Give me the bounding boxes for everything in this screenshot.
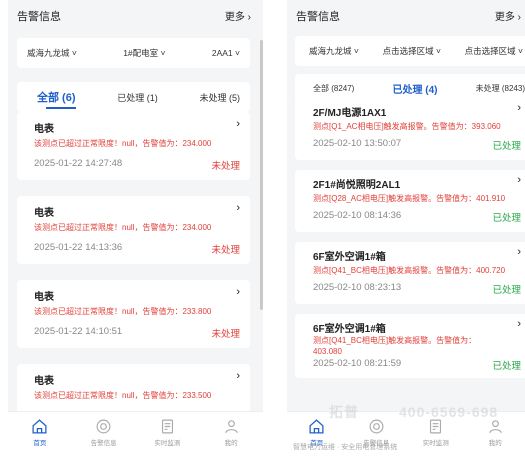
status-badge: 已处理 xyxy=(492,213,521,224)
bottom-nav: 首页 告警信息 实时监测 我的 xyxy=(8,411,263,458)
alarm-device: 电表 xyxy=(34,292,54,303)
alarm-message: 该测点已超过正常限度！null，告警值为：234.000 xyxy=(34,223,212,232)
alarm-header: 告警信息 更多 › xyxy=(287,0,525,30)
alarm-device: 6F室外空调1#箱 xyxy=(313,324,386,335)
tab-unhandled[interactable]: 未处理 (8243) xyxy=(476,83,525,94)
tab-handled[interactable]: 已处理 (4) xyxy=(393,81,438,96)
alarm-card[interactable]: 电表 › 该测点已超过正常限度！null，告警值为：233.800 2025-0… xyxy=(17,280,250,348)
alarm-device: 6F室外空调1#箱 xyxy=(313,252,386,263)
nav-label: 我的 xyxy=(488,440,502,447)
alarm-card[interactable]: 电表 › 该测点已超过正常限度！null，告警值为：234.000 2025-0… xyxy=(17,112,250,180)
alarm-panel-right: 告警信息 更多 › 威海九龙城 ˅ 点击选择区域 ˅ 点击选择区域 ˅ 全部 (… xyxy=(287,0,525,458)
watermark-phone: 400-6569-698 xyxy=(399,404,499,420)
monitor-icon xyxy=(161,419,173,434)
area-select[interactable]: 点击选择区域 ˅ xyxy=(465,45,523,57)
nav-profile[interactable]: 我的 xyxy=(470,418,520,447)
nav-label: 首页 xyxy=(33,440,47,447)
alarm-time: 2025-02-10 08:14:36 xyxy=(313,210,402,221)
chevron-right-icon: › xyxy=(236,202,240,214)
alarm-device: 电表 xyxy=(34,124,54,135)
alarm-time: 2025-02-10 08:21:59 xyxy=(313,358,402,369)
tab-handled[interactable]: 已处理 (1) xyxy=(117,91,158,104)
filter-bar: 威海九龙城 ˅ 1#配电室 ˅ 2AA1 ˅ xyxy=(17,38,250,68)
alarm-time: 2025-01-22 14:13:36 xyxy=(34,242,123,253)
room-select[interactable]: 1#配电室 ˅ xyxy=(123,47,165,59)
alarm-message: 该测点已超过正常限度！null，告警值为：233.800 xyxy=(34,307,212,316)
chevron-right-icon: › xyxy=(236,118,240,130)
alarm-icon xyxy=(96,419,111,434)
home-icon xyxy=(309,419,324,434)
alarm-time: 2025-02-10 08:23:13 xyxy=(313,282,402,293)
alarm-card[interactable]: 2F1#尚悦照明2AL1 › 测点[Q28_AC相电压]触发高报警。告警值为：4… xyxy=(295,170,525,232)
alarm-message: 测点[Q28_AC相电压]触发高报警。告警值为：401.910 xyxy=(313,194,506,203)
chevron-right-icon: › xyxy=(517,174,521,186)
more-link[interactable]: 更多 › xyxy=(495,8,521,23)
alarm-time: 2025-02-10 13:50:07 xyxy=(313,138,402,149)
chevron-right-icon: › xyxy=(517,246,521,258)
monitor-icon xyxy=(430,419,442,434)
page-title: 告警信息 xyxy=(296,11,340,23)
home-icon xyxy=(32,419,47,434)
watermark-brand: 拓普 xyxy=(329,404,359,420)
tab-all[interactable]: 全部 (6) xyxy=(37,89,76,105)
alarm-card[interactable]: 6F室外空调1#箱 › 测点[Q41_BC相电压]触发高报警。告警值为：403.… xyxy=(295,314,525,378)
alarm-time: 2025-01-22 14:27:48 xyxy=(34,158,123,169)
active-tab-indicator xyxy=(46,107,76,109)
status-badge: 已处理 xyxy=(492,361,521,372)
status-badge: 未处理 xyxy=(211,329,240,340)
nav-label: 告警信息 xyxy=(90,440,117,447)
site-select[interactable]: 威海九龙城 ˅ xyxy=(309,45,359,57)
area-select[interactable]: 点击选择区域 ˅ xyxy=(383,45,441,57)
alarm-card[interactable]: 电表 › 该测点已超过正常限度！null，告警值为：234.000 2025-0… xyxy=(17,196,250,264)
alarm-message: 测点[Q1_AC相电压]触发高报警。告警值为：393.060 xyxy=(313,122,501,131)
alarm-time: 2025-01-22 14:10:51 xyxy=(34,326,123,337)
alarm-message: 该测点已超过正常限度！null，告警值为：234.000 xyxy=(34,139,212,148)
alarm-panel-left: 告警信息 更多 › 威海九龙城 ˅ 1#配电室 ˅ 2AA1 ˅ 全部 (6) … xyxy=(8,0,263,458)
nav-label: 实时监测 xyxy=(422,440,449,447)
status-badge: 已处理 xyxy=(492,285,521,296)
nav-profile[interactable]: 我的 xyxy=(206,418,256,447)
nav-home[interactable]: 首页 xyxy=(15,418,65,447)
alarm-card[interactable]: 6F室外空调1#箱 › 测点[Q41_BC相电压]触发高报警。告警值为：400.… xyxy=(295,242,525,304)
tab-all[interactable]: 全部 (8247) xyxy=(313,83,354,94)
alarm-device: 电表 xyxy=(34,208,54,219)
user-icon xyxy=(224,420,238,434)
nav-label: 实时监测 xyxy=(154,440,181,447)
watermark-footer: 智慧电力运维 · 安全用电管理系统 xyxy=(293,444,398,451)
nav-monitor[interactable]: 实时监测 xyxy=(142,418,192,447)
tab-unhandled[interactable]: 未处理 (5) xyxy=(199,91,240,104)
site-select[interactable]: 威海九龙城 ˅ xyxy=(27,47,77,59)
alarm-icon xyxy=(369,419,384,434)
status-badge: 未处理 xyxy=(211,245,240,256)
chevron-right-icon: › xyxy=(517,318,521,330)
alarm-card[interactable]: 2F/MJ电源1AX1 › 测点[Q1_AC相电压]触发高报警。告警值为：393… xyxy=(295,98,525,160)
scrollbar[interactable] xyxy=(260,40,263,310)
alarm-message: 该测点已超过正常限度！null，告警值为：233.500 xyxy=(34,391,212,400)
chevron-right-icon: › xyxy=(236,286,240,298)
nav-alarms[interactable]: 告警信息 xyxy=(79,418,129,447)
nav-monitor[interactable]: 实时监测 xyxy=(411,418,461,447)
more-link[interactable]: 更多 › xyxy=(225,8,251,23)
user-icon xyxy=(489,420,502,434)
cabinet-select[interactable]: 2AA1 ˅ xyxy=(212,48,240,58)
alarm-header: 告警信息 更多 › xyxy=(8,0,263,30)
status-badge: 已处理 xyxy=(492,141,521,152)
chevron-right-icon: › xyxy=(236,370,240,382)
page-title: 告警信息 xyxy=(17,11,61,23)
alarm-message: 测点[Q41_BC相电压]触发高报警。告警值为：403.080 xyxy=(313,336,477,356)
status-badge: 未处理 xyxy=(211,161,240,172)
nav-label: 我的 xyxy=(224,440,238,447)
alarm-device: 2F1#尚悦照明2AL1 xyxy=(313,180,401,191)
filter-bar: 威海九龙城 ˅ 点击选择区域 ˅ 点击选择区域 ˅ xyxy=(295,36,525,66)
chevron-right-icon: › xyxy=(517,102,521,114)
alarm-message: 测点[Q41_BC相电压]触发高报警。告警值为：400.720 xyxy=(313,266,506,275)
alarm-device: 2F/MJ电源1AX1 xyxy=(313,108,387,119)
alarm-device: 电表 xyxy=(34,376,54,387)
